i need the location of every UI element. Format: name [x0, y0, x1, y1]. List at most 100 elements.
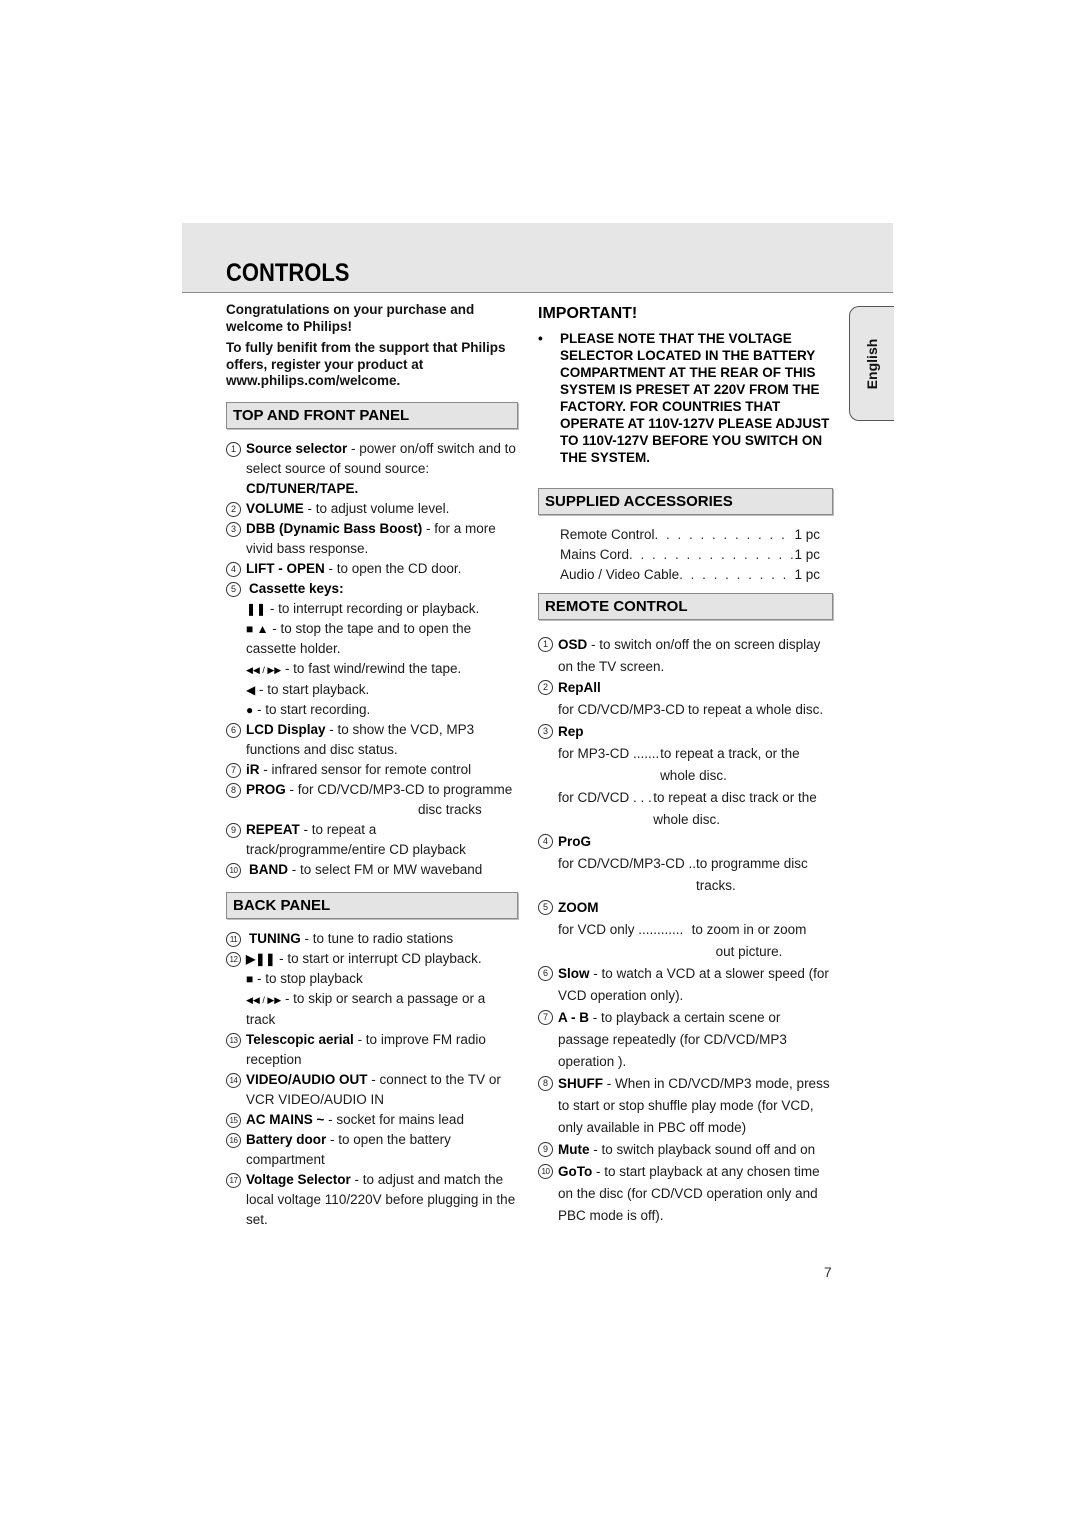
number-badge: 8: [226, 782, 241, 798]
key-desc: - to start playback.: [255, 681, 370, 697]
item-label: Telescopic aerial: [246, 1031, 354, 1047]
play-icon: ◀: [246, 682, 256, 697]
list-item: 2 RepAll for CD/VCD/MP3-CD to repeat a w…: [538, 677, 833, 721]
number-badge: 12: [226, 951, 241, 967]
mode-line: for MP3-CD ................ to repeat a …: [558, 743, 833, 787]
list-item: 14 VIDEO/AUDIO OUT - connect to the TV o…: [226, 1070, 518, 1110]
list-item: 8 SHUFF - When in CD/VCD/MP3 mode, press…: [538, 1073, 833, 1139]
item-extra: CD/TUNER/TAPE.: [246, 480, 359, 496]
leader-dots: . . . . . . . . . . . . . . . . . . . . …: [629, 547, 794, 562]
item-label: LCD Display: [246, 721, 326, 737]
key-desc: - to interrupt recording or playback.: [266, 600, 480, 616]
item-desc: - to start or interrupt CD playback.: [275, 950, 482, 966]
item-desc: - for CD/VCD/MP3-CD to programme: [285, 781, 513, 797]
intro-congratulations: Congratulations on your purchase and wel…: [226, 302, 475, 334]
mode-line: for CD/VCD . . . . . . . . to repeat a d…: [558, 787, 833, 831]
number-badge: 5: [226, 581, 241, 597]
item-desc-continued: disc tracks: [418, 801, 482, 817]
number-badge: 6: [226, 722, 241, 738]
sub-item: ◀◀ / ▶▶ - to skip or search a passage or…: [226, 989, 518, 1030]
accessory-qty: 1 pc: [794, 527, 820, 542]
number-badge: 7: [226, 762, 241, 778]
accessory-name: Mains Cord: [560, 547, 630, 562]
item-label: GoTo: [558, 1164, 593, 1179]
mode-label: for CD/VCD/MP3-CD: [558, 702, 685, 717]
skip-icon: ◀◀ / ▶▶: [246, 994, 282, 1005]
item-desc: - to adjust volume level.: [303, 500, 450, 516]
list-item: 17 Voltage Selector - to adjust and matc…: [226, 1170, 518, 1230]
item-label: AC MAINS ~: [246, 1111, 325, 1127]
list-item: 5 ZOOM for VCD only ............... to z…: [538, 897, 833, 963]
list-item: 7 iR - infrared sensor for remote contro…: [226, 760, 518, 780]
list-item: 13 Telescopic aerial - to improve FM rad…: [226, 1030, 518, 1070]
number-badge: 5: [538, 900, 553, 915]
leader-dots: . . . . . . . . . . . . . . . . . . . . …: [654, 527, 795, 542]
item-label: Voltage Selector: [246, 1171, 351, 1187]
cassette-key: ■ ▲ - to stop the tape and to open the c…: [226, 619, 518, 659]
play-pause-icon: ▶❚❚: [246, 951, 276, 966]
page-number: 7: [824, 1264, 832, 1280]
list-item: 16 Battery door - to open the battery co…: [226, 1130, 518, 1170]
mode-label: for MP3-CD ................: [558, 746, 661, 761]
section-header-supplied-accessories: SUPPLIED ACCESSORIES: [538, 488, 833, 515]
item-desc: - to switch playback sound off and on: [589, 1142, 816, 1157]
mode-label: for CD/VCD . . . . . . . .: [558, 790, 653, 805]
rewind-forward-icon: ◀◀ / ▶▶: [246, 664, 282, 675]
sub-desc: - to skip or search a passage or a track: [246, 990, 486, 1027]
mode-desc: to repeat a disc track or the whole disc…: [653, 790, 817, 827]
item-desc: - socket for mains lead: [324, 1111, 464, 1127]
list-item: 2 VOLUME - to adjust volume level.: [226, 499, 518, 519]
accessories-list: Remote Control . . . . . . . . . . . . .…: [538, 525, 833, 585]
list-item: 6 LCD Display - to show the VCD, MP3 fun…: [226, 720, 518, 760]
right-column: IMPORTANT! • PLEASE NOTE THAT THE VOLTAG…: [538, 300, 833, 1227]
number-badge: 1: [538, 637, 553, 652]
item-desc: - to select FM or MW waveband: [288, 861, 483, 877]
item-label: ZOOM: [558, 900, 599, 915]
cassette-key: ❚❚ - to interrupt recording or playback.: [226, 599, 518, 619]
list-item: 15 AC MAINS ~ - socket for mains lead: [226, 1110, 518, 1130]
number-badge: 1: [226, 441, 241, 457]
important-notice: • PLEASE NOTE THAT THE VOLTAGE SELECTOR …: [538, 330, 833, 466]
number-badge: 14: [226, 1072, 241, 1088]
cassette-key: ◀ - to start playback.: [226, 680, 518, 700]
language-tab: English: [849, 306, 894, 421]
mode-desc: to repeat a track, or the whole disc.: [660, 746, 800, 783]
item-label: Rep: [558, 724, 584, 739]
item-label: LIFT - OPEN: [246, 560, 325, 576]
number-badge: 9: [226, 822, 241, 838]
number-badge: 17: [226, 1172, 241, 1188]
intro-register: To fully benifit from the support that P…: [226, 340, 506, 388]
number-badge: 10: [226, 862, 241, 878]
language-label: English: [864, 338, 880, 389]
list-item: 3 DBB (Dynamic Bass Boost) - for a more …: [226, 519, 518, 559]
list-item: 9 REPEAT - to repeat a track/programme/e…: [226, 820, 518, 860]
number-badge: 13: [226, 1032, 241, 1048]
number-badge: 7: [538, 1010, 553, 1025]
item-label: PROG: [246, 781, 286, 797]
item-label: Battery door: [246, 1131, 327, 1147]
list-item: 7 A - B - to playback a certain scene or…: [538, 1007, 833, 1073]
number-badge: 4: [226, 561, 241, 577]
number-badge: 16: [226, 1132, 241, 1148]
list-item: 3 Rep for MP3-CD ................ to rep…: [538, 721, 833, 831]
mode-desc: to repeat a whole disc.: [688, 702, 824, 717]
list-item: 4 ProG for CD/VCD/MP3-CD .. to programme…: [538, 831, 833, 897]
list-item: 11 TUNING - to tune to radio stations: [226, 929, 518, 949]
item-desc: - to tune to radio stations: [300, 930, 454, 946]
number-badge: 4: [538, 834, 553, 849]
key-desc: - to start recording.: [253, 701, 371, 717]
mode-label: for VCD only ...............: [558, 922, 684, 937]
list-item: 8 PROG - for CD/VCD/MP3-CD to programme …: [226, 780, 518, 820]
number-badge: 15: [226, 1112, 241, 1128]
item-label: OSD: [558, 637, 588, 652]
sub-item: ■ - to stop playback: [226, 969, 518, 989]
mode-line: for CD/VCD/MP3-CD to repeat a whole disc…: [558, 699, 833, 721]
accessory-qty: 1 pc: [794, 567, 820, 582]
number-badge: 3: [226, 521, 241, 537]
section-header-remote-control: REMOTE CONTROL: [538, 593, 833, 620]
number-badge: 2: [226, 501, 241, 517]
item-label: Slow: [558, 966, 590, 981]
list-item: 5 Cassette keys:: [226, 579, 518, 599]
page-title: CONTROLS: [226, 259, 350, 287]
number-badge: 2: [538, 680, 553, 695]
